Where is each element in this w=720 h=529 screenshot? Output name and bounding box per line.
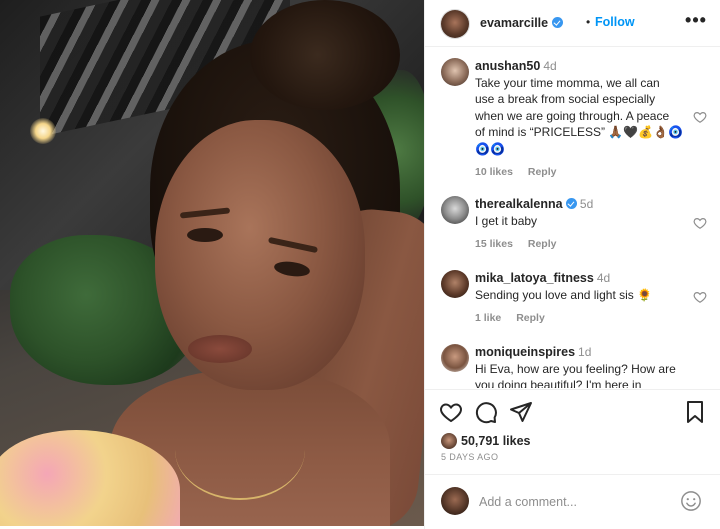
comment-likes[interactable]: 1 like xyxy=(475,312,501,324)
comment-like-heart-icon[interactable] xyxy=(693,110,707,124)
liker-avatar[interactable] xyxy=(441,433,457,449)
comment-like-heart-icon[interactable] xyxy=(693,216,707,230)
more-horizontal-icon[interactable]: ••• xyxy=(685,10,707,34)
verified-badge-icon xyxy=(551,17,563,28)
post-header: evamarcille • Follow ••• xyxy=(425,0,720,47)
reply-button[interactable]: Reply xyxy=(516,312,545,324)
post-actions: 50,791 likes 5 DAYS AGO xyxy=(425,389,720,529)
comment-time[interactable]: 4d xyxy=(597,271,610,285)
comment-text: I get it baby xyxy=(475,213,538,228)
comment-text: Sending you love and light sis 🌻 xyxy=(475,287,653,302)
follow-button[interactable]: Follow xyxy=(595,15,635,29)
commenter-avatar[interactable] xyxy=(441,196,469,224)
current-user-avatar xyxy=(441,487,469,515)
comment-item: mika_latoya_fitness 4d Sending you love a… xyxy=(425,270,720,330)
post-sidebar: evamarcille • Follow ••• anushan50 4d Tak… xyxy=(424,0,720,529)
comment-text: Take your time momma, we all can use a b… xyxy=(475,75,684,156)
reply-button[interactable]: Reply xyxy=(528,166,557,178)
commenter-username[interactable]: anushan50 xyxy=(475,59,540,73)
comment-bubble-icon[interactable] xyxy=(474,400,498,424)
verified-badge-icon xyxy=(565,198,577,209)
heart-outline-icon[interactable] xyxy=(439,400,463,424)
comment-likes[interactable]: 15 likes xyxy=(475,238,513,250)
commenter-username[interactable]: moniqueinspires xyxy=(475,345,575,359)
reply-button[interactable]: Reply xyxy=(528,238,557,250)
comment-item: moniqueinspires 1d Hi Eva, how are you fe… xyxy=(425,344,720,388)
post-date[interactable]: 5 DAYS AGO xyxy=(441,452,498,462)
likes-count[interactable]: 50,791 likes xyxy=(461,434,531,448)
instagram-post: evamarcille • Follow ••• anushan50 4d Tak… xyxy=(0,0,720,529)
commenter-avatar[interactable] xyxy=(441,344,469,372)
add-comment-row xyxy=(425,474,720,528)
commenter-avatar[interactable] xyxy=(441,58,469,86)
comments-list[interactable]: anushan50 4d Take your time momma, we all… xyxy=(425,48,720,388)
comment-item: anushan50 4d Take your time momma, we all… xyxy=(425,58,720,188)
add-comment-input[interactable] xyxy=(479,493,669,511)
commenter-username[interactable]: mika_latoya_fitness xyxy=(475,271,594,285)
comment-time[interactable]: 5d xyxy=(580,197,593,211)
comment-time[interactable]: 1d xyxy=(578,345,591,359)
comment-item: therealkalenna 5d I get it baby 15 likes… xyxy=(425,196,720,256)
author-username[interactable]: evamarcille xyxy=(480,16,563,30)
comment-likes[interactable]: 10 likes xyxy=(475,166,513,178)
post-photo[interactable] xyxy=(0,0,424,526)
comment-time[interactable]: 4d xyxy=(543,59,556,73)
comment-text: Hi Eva, how are you feeling? How are you… xyxy=(475,361,676,389)
smiley-face-icon[interactable] xyxy=(680,490,702,512)
commenter-avatar[interactable] xyxy=(441,270,469,298)
commenter-username[interactable]: therealkalenna xyxy=(475,197,563,211)
comment-like-heart-icon[interactable] xyxy=(693,290,707,304)
bookmark-icon[interactable] xyxy=(683,400,707,424)
separator-dot: • xyxy=(586,15,591,29)
author-avatar[interactable] xyxy=(441,10,469,38)
paper-plane-icon[interactable] xyxy=(509,400,533,424)
